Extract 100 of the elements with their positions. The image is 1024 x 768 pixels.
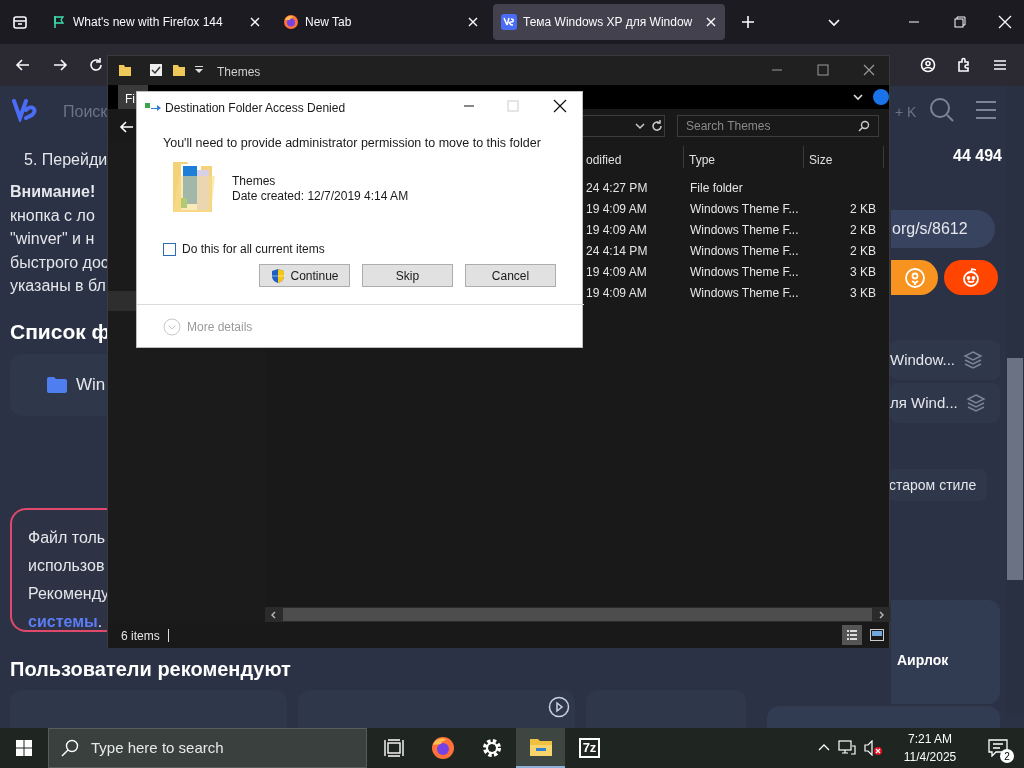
tab-title: New Tab [305, 14, 353, 31]
tiles-view-icon[interactable] [869, 627, 885, 643]
table-cell-text: 3 KB [849, 285, 876, 302]
dialog-button[interactable]: Skip [362, 264, 453, 287]
extensions-icon[interactable] [956, 57, 972, 73]
search-icon[interactable] [858, 120, 870, 132]
muted-speaker-icon[interactable] [864, 740, 882, 756]
restore-icon[interactable] [954, 16, 966, 28]
notice-text: Файл толь [28, 528, 107, 548]
folder-icon[interactable] [516, 728, 565, 768]
table-cell-text: 2 KB [849, 243, 876, 260]
back-icon[interactable] [119, 119, 135, 135]
article-text: указаны в бл [10, 276, 106, 296]
table-cell-text: Windows Theme F... [690, 222, 799, 239]
step-text: 5. Перейди [24, 150, 108, 170]
dropdown-icon[interactable] [635, 121, 645, 131]
person-icon [903, 266, 926, 289]
folder-icon[interactable] [118, 63, 132, 77]
tag[interactable]: старом стиле [887, 469, 987, 501]
tab-title: Тема Windows XP для Window [523, 14, 694, 31]
layers-icon [965, 393, 986, 413]
close-icon[interactable] [863, 64, 875, 76]
browser-tab[interactable]: Тема Windows XP для Window [493, 4, 725, 40]
window-title: Themes [217, 64, 261, 81]
article-text: быстрого дос [10, 252, 109, 273]
article-text: Внимание! [10, 182, 96, 202]
details-view-icon[interactable] [842, 625, 862, 645]
table-cell-text: 19 4:09 AM [586, 201, 647, 218]
related-item[interactable]: Window... [890, 340, 1000, 380]
chevron-down-icon[interactable] [852, 91, 864, 103]
clock[interactable]: 7:21 AM 11/4/2025 [890, 730, 970, 766]
browser-tab[interactable]: New Tab [275, 4, 487, 40]
table-cell-text: Windows Theme F... [690, 243, 799, 260]
forward-icon[interactable] [52, 57, 68, 73]
menu-icon[interactable] [992, 57, 1008, 73]
share-button[interactable] [891, 260, 938, 295]
scroll-left-icon[interactable] [269, 611, 277, 619]
scroll-right-icon[interactable] [878, 611, 886, 619]
search-field[interactable]: Search Themes [677, 115, 879, 137]
section-heading: Пользователи рекомендуют [10, 657, 291, 682]
continue-button[interactable]: Continue [259, 264, 350, 287]
account-icon[interactable] [920, 57, 936, 73]
alien-icon [960, 266, 982, 289]
refresh-icon[interactable] [651, 120, 663, 132]
notice-text: . [97, 612, 103, 632]
notice-text: использов [28, 556, 106, 576]
maximize-icon[interactable] [817, 64, 829, 76]
maximize-icon [507, 100, 519, 112]
flag-icon [51, 14, 67, 30]
status-text: 6 items [121, 627, 160, 645]
table-cell-text: 24 4:14 PM [586, 243, 648, 260]
article-text: "winver" и н [10, 229, 95, 249]
notifications-button[interactable]: 2 [978, 728, 1018, 768]
fox-logo-icon [283, 14, 299, 30]
new-tab-icon[interactable] [740, 14, 756, 30]
table-cell-text: 2 KB [849, 222, 876, 239]
back-icon[interactable] [15, 57, 31, 73]
shield-icon [270, 267, 287, 284]
table-cell-text: 19 4:09 AM [586, 264, 647, 281]
search-icon [61, 739, 79, 757]
table-cell-text: Windows Theme F... [690, 264, 799, 281]
item-date: Date created: 12/7/2019 4:14 AM [232, 188, 409, 205]
site-logo-icon [501, 14, 517, 30]
help-icon[interactable] [873, 89, 889, 105]
table-cell-text: 19 4:09 AM [586, 222, 647, 239]
taskbar-app[interactable]: 7z [565, 728, 614, 768]
share-button[interactable] [944, 260, 998, 295]
article-text: кнопка с ло [10, 205, 95, 226]
search-field[interactable]: Type here to search [48, 728, 367, 768]
table-cell-text: 24 4:27 PM [586, 180, 648, 197]
move-icon [145, 102, 161, 112]
column-header[interactable]: odified [586, 151, 622, 169]
table-cell-text: Windows Theme F... [690, 285, 799, 302]
dialog-message: You'll need to provide administrator permission to move to this folder [163, 135, 541, 152]
checkbox[interactable] [163, 242, 176, 256]
scrollbar[interactable] [265, 607, 890, 622]
notice-text: Рекоменду [28, 584, 107, 604]
column-header[interactable]: Size [809, 151, 833, 169]
file-card[interactable]: Win [10, 354, 107, 416]
properties-icon[interactable] [149, 63, 163, 77]
column-header[interactable]: Type [689, 151, 715, 169]
scrollbar-thumb[interactable] [283, 608, 872, 621]
layers-icon [963, 350, 984, 370]
link-field[interactable]: org/s/8612 [891, 210, 995, 248]
reload-icon[interactable] [88, 57, 104, 73]
app-logo: 7z [578, 738, 601, 758]
table-cell-text: 3 KB [849, 264, 876, 281]
folder-icon[interactable] [172, 63, 186, 77]
item-name: Themes [232, 173, 276, 190]
recommend-card[interactable]: Аирлок [891, 600, 1000, 704]
menu-icon[interactable] [975, 100, 997, 120]
related-item[interactable]: ля Wind... [890, 383, 1000, 423]
play-icon[interactable] [548, 696, 570, 718]
dialog-button[interactable]: Cancel [465, 264, 556, 287]
table-cell-text: 2 KB [849, 201, 876, 218]
browser-tab[interactable]: What's new with Firefox 144 [43, 4, 269, 40]
close-icon[interactable] [553, 99, 567, 113]
scrollbar-thumb[interactable] [1007, 358, 1023, 580]
notification-badge: 2 [1000, 749, 1014, 763]
network-icon[interactable] [838, 740, 856, 756]
